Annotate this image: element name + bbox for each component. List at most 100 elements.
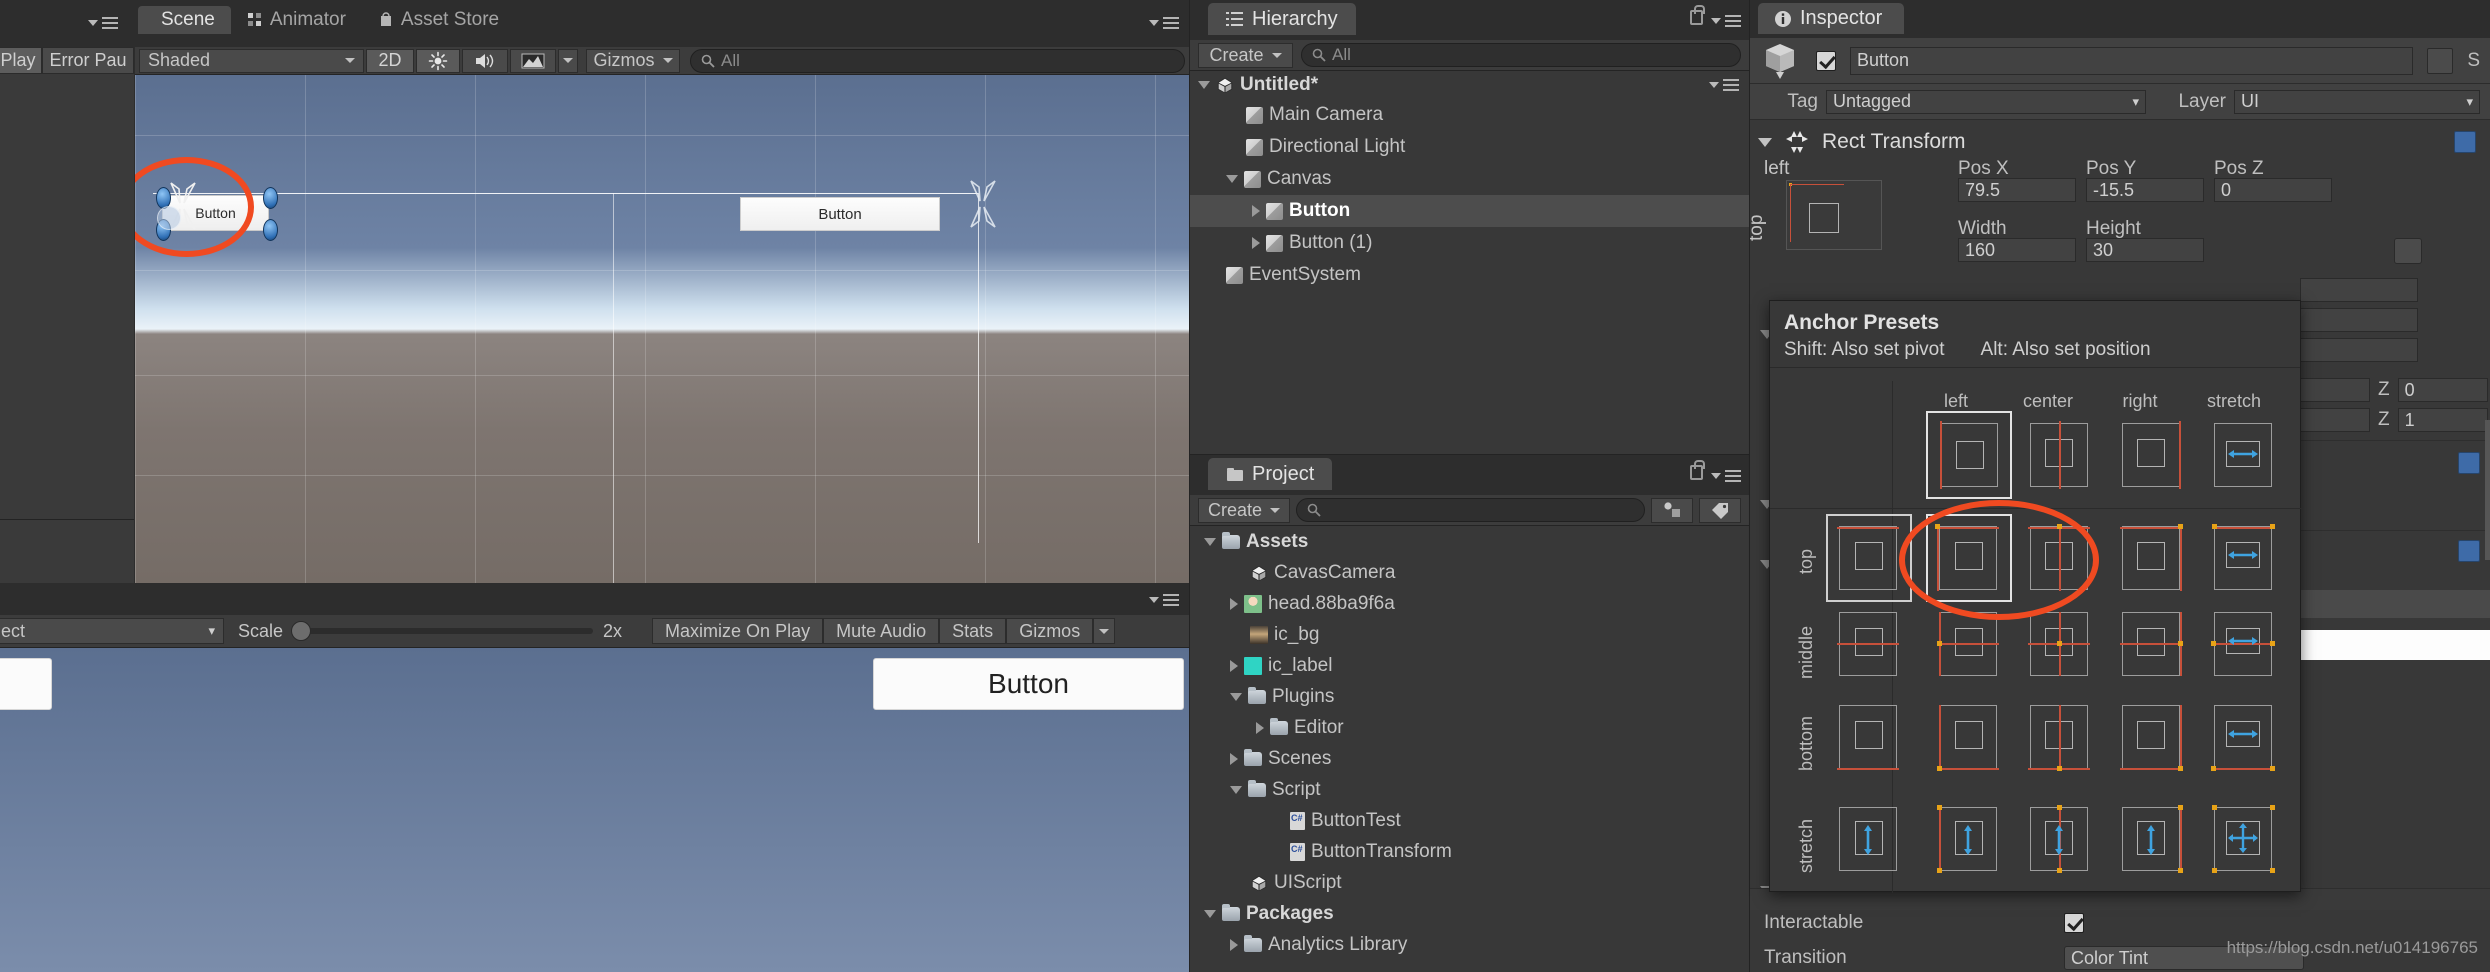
anchor-cell-top-rowpreview[interactable] <box>1826 514 1912 602</box>
hierarchy-item-directional-light[interactable]: Directional Light <box>1190 131 1749 163</box>
pos-x-field[interactable]: 79.5 <box>1958 178 2076 202</box>
hierarchy-menu-icon[interactable] <box>1711 12 1741 30</box>
project-item-ic-bg[interactable]: ic_bg <box>1190 619 1749 650</box>
hierarchy-item-button-1[interactable]: Button (1) <box>1190 227 1749 259</box>
tab-scene[interactable]: Scene <box>138 6 231 34</box>
hierarchy-item-canvas[interactable]: Canvas <box>1190 163 1749 195</box>
anchor-cell-bottom-center[interactable] <box>2020 699 2102 783</box>
chevron-down-icon[interactable] <box>1226 175 1238 183</box>
chevron-right-icon[interactable] <box>1230 659 1238 672</box>
tab-inspector[interactable]: Inspector <box>1758 3 1905 34</box>
inspector-scrollbar[interactable] <box>2485 420 2490 560</box>
anchor-cell-top-center[interactable] <box>2020 520 2102 596</box>
play-button[interactable]: Play <box>0 47 42 74</box>
project-search-input[interactable] <box>1296 498 1645 522</box>
project-tree[interactable]: Assets CavasCamera head.88ba9f6a ic_bg i… <box>1190 526 1749 960</box>
rect-handle-top-right[interactable] <box>263 187 278 209</box>
anchor-header-cell-center[interactable] <box>2020 417 2102 493</box>
tab-hierarchy[interactable]: Hierarchy <box>1208 3 1356 35</box>
height-field[interactable]: 30 <box>2086 238 2204 262</box>
project-item-buttontransform[interactable]: ButtonTransform <box>1190 836 1749 867</box>
hierarchy-item-main-camera[interactable]: Main Camera <box>1190 99 1749 131</box>
shading-mode-dropdown[interactable]: Shaded <box>139 48 364 73</box>
component-help-icon[interactable] <box>2458 540 2480 562</box>
chevron-right-icon[interactable] <box>1230 597 1238 610</box>
aspect-ratio-dropdown[interactable]: ect ▾ <box>0 618 224 644</box>
scene-fx-button[interactable] <box>510 48 556 73</box>
rotation-z-field[interactable]: 0 <box>2397 378 2488 402</box>
toggle-2d-button[interactable]: 2D <box>366 48 414 73</box>
hierarchy-item-button[interactable]: Button <box>1190 195 1749 227</box>
project-menu-icon[interactable] <box>1711 467 1741 485</box>
game-button[interactable]: Button <box>873 658 1184 710</box>
anchor-cell-top-stretch[interactable] <box>2206 520 2288 596</box>
game-button-partial-left[interactable] <box>0 658 52 710</box>
hierarchy-create-button[interactable]: Create <box>1198 42 1293 68</box>
scene-tab-menu-icon[interactable] <box>88 14 118 32</box>
hierarchy-tree[interactable]: Untitled* Main Camera Directional Light … <box>1190 71 1749 291</box>
rect-transform-header[interactable]: Rect Transform <box>1750 126 2490 158</box>
game-viewport[interactable]: Button <box>0 648 1189 972</box>
project-favorites-button[interactable] <box>1651 497 1693 523</box>
interactable-checkbox[interactable] <box>2064 913 2084 933</box>
project-item-head[interactable]: head.88ba9f6a <box>1190 588 1749 619</box>
anchor-cell-stretch-rowpreview[interactable] <box>1828 801 1910 881</box>
anchor-presets-grid[interactable]: left center right stretch top middle bot… <box>1770 381 2302 893</box>
anchor-cell-bottom-left[interactable] <box>1928 699 2010 783</box>
scene-gizmos-dropdown[interactable]: Gizmos <box>586 48 680 73</box>
scale-y-field[interactable] <box>2300 408 2370 432</box>
game-panel-menu-icon[interactable] <box>1149 591 1179 609</box>
anchor-cell-top-left[interactable] <box>1926 514 2012 602</box>
anchor-cell-stretch-center[interactable] <box>2020 801 2102 881</box>
error-pause-button[interactable]: Error Pau <box>42 47 134 74</box>
maximize-on-play-button[interactable]: Maximize On Play <box>652 618 824 644</box>
chevron-right-icon[interactable] <box>1256 721 1264 734</box>
hierarchy-item-eventsystem[interactable]: EventSystem <box>1190 259 1749 291</box>
anchor-cell-bottom-stretch[interactable] <box>2206 699 2288 783</box>
project-item-ic-label[interactable]: ic_label <box>1190 650 1749 681</box>
chevron-down-icon[interactable] <box>1198 81 1210 89</box>
anchor-presets-popup[interactable]: Anchor Presets Shift: Also set pivot Alt… <box>1769 300 2302 893</box>
tag-dropdown[interactable]: Untagged ▾ <box>1826 89 2146 114</box>
chevron-right-icon[interactable] <box>1230 752 1238 765</box>
project-label-button[interactable] <box>1699 497 1741 523</box>
anchor-cell-middle-center[interactable] <box>2020 606 2102 686</box>
component-help-icon[interactable] <box>2454 131 2476 153</box>
project-item-cavascamera[interactable]: CavasCamera <box>1190 557 1749 588</box>
color-swatch[interactable] <box>2280 630 2490 660</box>
lock-icon[interactable] <box>1690 5 1705 25</box>
layer-dropdown[interactable]: UI ▾ <box>2234 89 2480 114</box>
tab-animator[interactable]: Animator <box>231 6 362 34</box>
scene-context-menu-icon[interactable] <box>1709 76 1739 94</box>
anchor-header-cell-left[interactable] <box>1926 411 2012 499</box>
project-item-packages[interactable]: Packages <box>1190 898 1749 929</box>
obscured-field-3[interactable] <box>2300 338 2418 362</box>
tab-project[interactable]: Project <box>1208 458 1333 490</box>
chevron-down-icon[interactable] <box>1204 909 1216 918</box>
project-item-analytics-library[interactable]: Analytics Library <box>1190 929 1749 960</box>
project-item-plugins[interactable]: Plugins <box>1190 681 1749 712</box>
anchor-header-cell-stretch[interactable] <box>2206 417 2288 493</box>
chevron-down-icon[interactable] <box>1230 785 1242 794</box>
component-help-icon[interactable] <box>2458 452 2480 474</box>
chevron-right-icon[interactable] <box>1230 938 1238 951</box>
chevron-right-icon[interactable] <box>1252 237 1260 249</box>
scene-lighting-button[interactable] <box>416 48 460 73</box>
anchor-cell-middle-left[interactable] <box>1928 606 2010 686</box>
tab-asset-store[interactable]: Asset Store <box>362 6 515 34</box>
static-checkbox[interactable] <box>2427 47 2454 74</box>
stats-button[interactable]: Stats <box>939 618 1007 644</box>
project-item-script[interactable]: Script <box>1190 774 1749 805</box>
object-name-field[interactable]: Button <box>1850 46 2414 75</box>
anchor-cell-middle-rowpreview[interactable] <box>1828 606 1910 686</box>
project-item-editor[interactable]: Editor <box>1190 712 1749 743</box>
scene-audio-button[interactable] <box>462 48 508 73</box>
hierarchy-search-input[interactable]: All <box>1301 43 1741 67</box>
pos-y-field[interactable]: -15.5 <box>2086 178 2204 202</box>
anchor-cell-top-right[interactable] <box>2112 520 2194 596</box>
pos-z-field[interactable]: 0 <box>2214 178 2332 202</box>
rect-handle-bottom-right[interactable] <box>263 219 278 241</box>
anchor-cell-middle-stretch[interactable] <box>2206 606 2288 686</box>
anchor-cell-middle-right[interactable] <box>2112 606 2194 686</box>
project-item-scenes[interactable]: Scenes <box>1190 743 1749 774</box>
